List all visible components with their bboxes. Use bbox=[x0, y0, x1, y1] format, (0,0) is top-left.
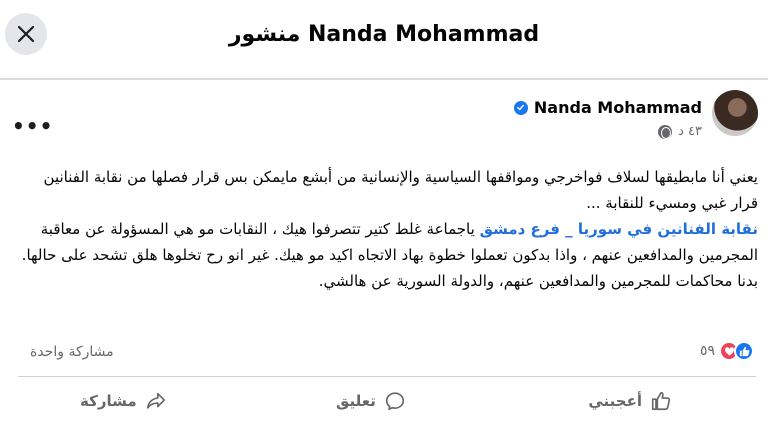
share-label: مشاركة bbox=[80, 392, 137, 410]
reaction-count: ٥٩ bbox=[699, 343, 715, 359]
like-reaction-icon bbox=[734, 341, 754, 361]
author-name[interactable]: Nanda Mohammad bbox=[513, 98, 702, 117]
globe-icon bbox=[658, 124, 673, 139]
post-dialog-header: Nanda Mohammad منشور bbox=[0, 0, 768, 78]
post-meta: ٤٣ د bbox=[658, 124, 702, 139]
post-text-line: بدنا محاكمات للمجرمين والمدافعين عنهم، و… bbox=[318, 272, 758, 290]
verified-badge-icon bbox=[513, 100, 528, 115]
post-timestamp[interactable]: ٤٣ د bbox=[678, 124, 702, 139]
author-avatar[interactable] bbox=[712, 90, 758, 136]
thumbs-up-icon bbox=[651, 391, 671, 411]
reactions-summary[interactable]: ٥٩ bbox=[700, 341, 754, 361]
post-body: يعني أنا مابطيقها لسلاف فواخرجي ومواقفها… bbox=[18, 164, 758, 294]
share-count[interactable]: مشاركة واحدة bbox=[30, 344, 114, 360]
dialog-title: Nanda Mohammad منشور bbox=[228, 22, 540, 47]
reaction-icons bbox=[719, 341, 754, 361]
post-actions-bar: أعجبني تعليق مشاركة bbox=[0, 386, 768, 426]
comment-button[interactable]: تعليق bbox=[336, 390, 406, 412]
post-text-paragraph: نقابة الفنانين في سوريا _ فرع دمشق ياجما… bbox=[18, 216, 758, 268]
actions-divider bbox=[18, 376, 756, 377]
more-options-button[interactable]: ••• bbox=[12, 114, 53, 138]
share-arrow-icon bbox=[146, 392, 165, 409]
post-text-line: يعني أنا مابطيقها لسلاف فواخرجي ومواقفها… bbox=[43, 168, 758, 212]
author-name-label: Nanda Mohammad bbox=[533, 98, 702, 117]
header-divider bbox=[0, 78, 768, 80]
like-button[interactable]: أعجبني bbox=[588, 390, 672, 412]
mention-link[interactable]: نقابة الفنانين في سوريا _ فرع دمشق bbox=[480, 220, 758, 238]
comment-label: تعليق bbox=[336, 392, 376, 410]
share-button[interactable]: مشاركة bbox=[80, 390, 167, 412]
comment-bubble-icon bbox=[385, 392, 404, 411]
like-label: أعجبني bbox=[588, 392, 642, 410]
